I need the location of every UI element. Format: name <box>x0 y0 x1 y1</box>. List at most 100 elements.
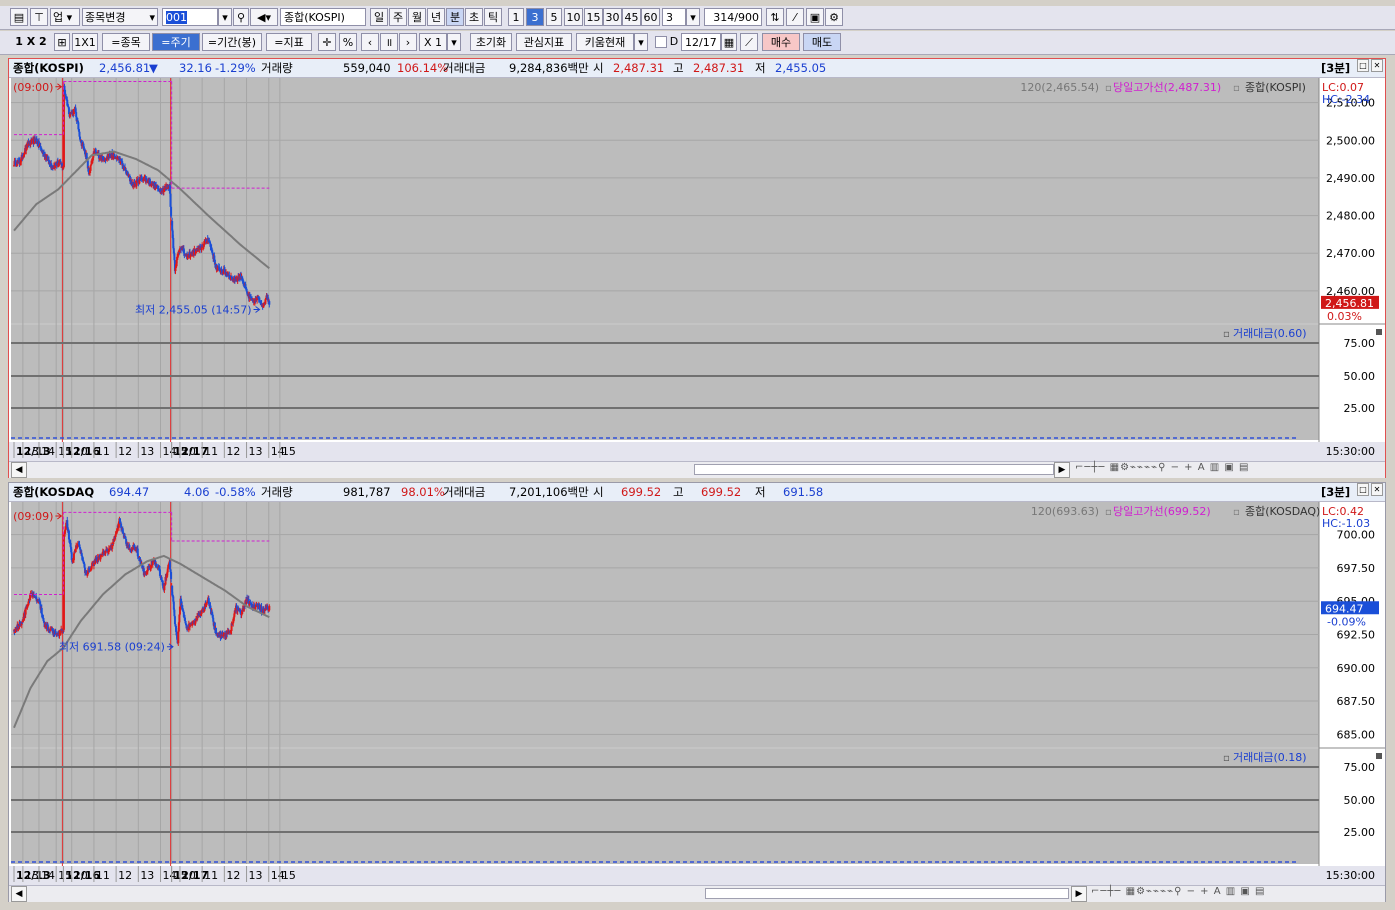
period-minute[interactable]: 분 <box>446 8 464 26</box>
current-price-label: 2,456.81 <box>1325 297 1374 310</box>
sell-button[interactable]: 매도 <box>803 33 841 51</box>
period-tick[interactable]: 틱 <box>484 8 502 26</box>
x-tick-label: 15 <box>282 869 296 882</box>
interval-45[interactable]: 45 <box>622 8 641 26</box>
x-tick-label: 10 <box>74 445 88 458</box>
candle-body <box>79 136 82 140</box>
watch-indicator-button[interactable]: 관심지표 <box>516 33 572 51</box>
kospi-chart-canvas[interactable]: 2,510.002,500.002,490.002,480.002,470.00… <box>9 78 1385 462</box>
kosdaq-vol-label: 거래량 <box>261 485 293 499</box>
multiplier-dropdown-icon[interactable]: ▾ <box>447 33 461 51</box>
interval-15[interactable]: 15 <box>584 8 603 26</box>
x-tick-label: 11 <box>96 445 110 458</box>
x-tick-label: 12 <box>118 869 132 882</box>
kospi-close-icon[interactable]: ✕ <box>1371 59 1383 72</box>
period-year[interactable]: 년 <box>427 8 445 26</box>
candle-body <box>94 562 97 564</box>
y-axis-area <box>1319 502 1385 866</box>
change-item-select[interactable]: 종목변경 ▾ <box>82 8 158 26</box>
custom-interval-dropdown-icon[interactable]: ▾ <box>686 8 700 26</box>
reset-button[interactable]: 초기화 <box>470 33 512 51</box>
legend-marker-icon: ▫ <box>1223 329 1230 340</box>
x-tick-label: 15 <box>282 445 296 458</box>
kosdaq-scroll-left-icon[interactable]: ◀ <box>11 886 27 902</box>
min-annotation: 최저 2,455.05 (14:57) <box>135 304 252 317</box>
period-second[interactable]: 초 <box>465 8 483 26</box>
period-week[interactable]: 주 <box>389 8 407 26</box>
kiwoom-current-button[interactable]: 키움현재 <box>576 33 634 51</box>
layout-1x1-button[interactable]: 1X1 <box>72 33 98 51</box>
grid-icon[interactable]: ⊞ <box>54 33 70 51</box>
kosdaq-frame-tab[interactable]: [3분] <box>1321 483 1350 501</box>
y-tick-label: 2,480.00 <box>1326 210 1375 223</box>
ma-legend: 120(2,465.54) <box>1020 81 1099 94</box>
gear-icon[interactable]: ⚙ <box>825 8 843 26</box>
calendar-icon[interactable]: ▦ <box>721 33 737 51</box>
kosdaq-maximize-icon[interactable]: □ <box>1357 483 1369 496</box>
layout-select[interactable]: 1 X 2 <box>10 33 52 51</box>
kosdaq-scroll-right-icon[interactable]: ▶ <box>1071 886 1087 902</box>
kospi-zoom-tools-icon[interactable]: ⌐─┼─ ▦⚙⌁⌁⌁⌁⚲ − + A ▥ ▣ ▤ <box>1075 462 1249 473</box>
draw-tool-icon[interactable]: ⁄ <box>786 8 804 26</box>
percent-icon[interactable]: % <box>339 33 357 51</box>
kiwoom-dropdown-icon[interactable]: ▾ <box>634 33 648 51</box>
sync-indicator-button[interactable]: =지표 <box>266 33 312 51</box>
date-input[interactable]: 12/17 <box>681 33 721 51</box>
code-input[interactable]: 001 <box>162 8 218 26</box>
market-select[interactable]: 업 ▾ <box>50 8 80 26</box>
interval-3[interactable]: 3 <box>526 8 544 26</box>
kospi-scroll-right-icon[interactable]: ▶ <box>1054 462 1070 478</box>
interval-60[interactable]: 60 <box>641 8 660 26</box>
custom-interval-input[interactable]: 3 <box>662 8 686 26</box>
kospi-vol-label: 거래량 <box>261 61 293 75</box>
pause-icon[interactable]: ॥ <box>380 33 398 51</box>
code-dropdown-icon[interactable]: ▾ <box>218 8 232 26</box>
period-month[interactable]: 월 <box>408 8 426 26</box>
period-day[interactable]: 일 <box>370 8 388 26</box>
sync-item-button[interactable]: =종목 <box>102 33 150 51</box>
interval-30[interactable]: 30 <box>603 8 622 26</box>
interval-5[interactable]: 5 <box>546 8 562 26</box>
interval-1[interactable]: 1 <box>508 8 524 26</box>
crosshair-icon[interactable]: ✛ <box>318 33 336 51</box>
speaker-icon[interactable]: ◀▾ <box>250 8 278 26</box>
chart-icon[interactable]: ⟋ <box>740 33 758 51</box>
item-name-field[interactable]: 종합(KOSPI) <box>280 8 366 26</box>
pin-icon[interactable]: ⊤ <box>30 8 48 26</box>
legend-marker-icon: ▫ <box>1233 507 1240 518</box>
kospi-open-label: 시 <box>593 61 604 75</box>
x-tick-label: 14 <box>41 445 55 458</box>
indicator-icon[interactable]: ⇅ <box>766 8 784 26</box>
secondary-toolbar: 1 X 2 ⊞ 1X1 =종목 =주기 =기간(봉) =지표 ✛ % ‹ ॥ ›… <box>0 31 1395 55</box>
candle-body <box>160 577 163 581</box>
kospi-scrollbar[interactable]: ◀ ▶ ⌐─┼─ ▦⚙⌁⌁⌁⌁⚲ − + A ▥ ▣ ▤ <box>9 461 1385 478</box>
search-icon[interactable]: ⚲ <box>233 8 249 26</box>
date-checkbox[interactable] <box>655 36 667 48</box>
sync-range-button[interactable]: =기간(봉) <box>202 33 262 51</box>
buy-button[interactable]: 매수 <box>762 33 800 51</box>
bar-count-field[interactable]: 314/900 <box>704 8 762 26</box>
kosdaq-scroll-thumb[interactable] <box>705 888 1069 899</box>
kospi-scroll-thumb[interactable] <box>694 464 1054 475</box>
kosdaq-zoom-tools-icon[interactable]: ⌐─┼─ ▦⚙⌁⌁⌁⌁⚲ − + A ▥ ▣ ▤ <box>1091 886 1265 897</box>
prev-icon[interactable]: ‹ <box>361 33 379 51</box>
chart-settings-icon[interactable]: ▤ <box>10 8 28 26</box>
save-icon[interactable]: ▣ <box>806 8 824 26</box>
kospi-scroll-left-icon[interactable]: ◀ <box>11 462 27 478</box>
legend-marker-icon: ▫ <box>1105 507 1112 518</box>
kosdaq-chart-canvas[interactable]: 700.00697.50695.00692.50690.00687.50685.… <box>9 502 1385 886</box>
date-check-label: D <box>669 35 679 48</box>
interval-10[interactable]: 10 <box>564 8 583 26</box>
kospi-change: 32.16 <box>179 61 212 75</box>
next-icon[interactable]: › <box>399 33 417 51</box>
kospi-frame-tab[interactable]: [3분] <box>1321 59 1350 77</box>
sync-period-button[interactable]: =주기 <box>152 33 200 51</box>
kospi-maximize-icon[interactable]: □ <box>1357 59 1369 72</box>
kosdaq-scrollbar[interactable]: ◀ ▶ ⌐─┼─ ▦⚙⌁⌁⌁⌁⚲ − + A ▥ ▣ ▤ <box>9 885 1385 902</box>
x-tick-label: 12 <box>226 869 240 882</box>
y-tick-label: 692.50 <box>1337 628 1376 641</box>
x-tick-label: 11 <box>204 445 218 458</box>
multiplier-select[interactable]: X 1 <box>419 33 447 51</box>
kosdaq-close-icon[interactable]: ✕ <box>1371 483 1383 496</box>
candle-body <box>90 164 93 166</box>
